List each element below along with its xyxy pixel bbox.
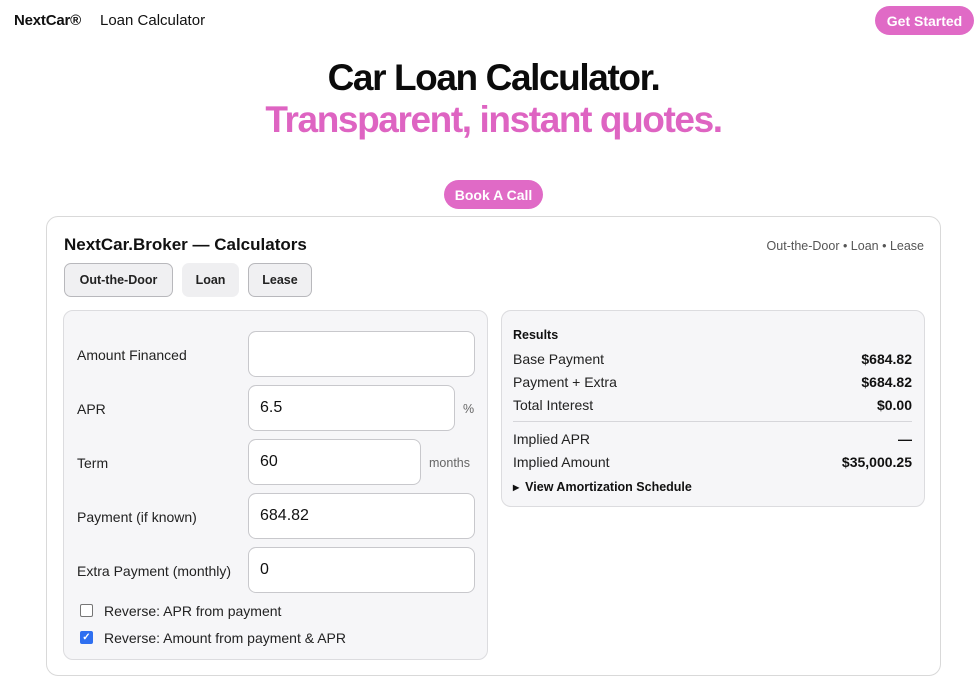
- implied-amount-label: Implied Amount: [513, 454, 610, 470]
- reverse-apr-checkbox[interactable]: [80, 604, 93, 617]
- disclosure-triangle-icon: ▶: [513, 482, 520, 492]
- base-payment-label: Base Payment: [513, 351, 605, 367]
- loan-form-panel: Amount Financed APR % Term months Paymen…: [63, 310, 488, 660]
- total-interest-label: Total Interest: [513, 397, 594, 413]
- apr-label: APR: [77, 401, 106, 417]
- implied-apr-value: —: [898, 431, 912, 447]
- payment-plus-extra-label: Payment + Extra: [513, 374, 617, 390]
- hero-title: Car Loan Calculator.: [327, 57, 661, 98]
- reverse-amount-checkbox[interactable]: ✓: [80, 631, 93, 644]
- tab-loan[interactable]: Loan: [182, 263, 239, 297]
- calculator-breadcrumb: Out-the-Door • Loan • Lease: [766, 239, 924, 253]
- tab-out-the-door[interactable]: Out-the-Door: [64, 263, 173, 297]
- implied-apr-label: Implied APR: [513, 431, 591, 447]
- extra-payment-input[interactable]: [248, 547, 475, 593]
- term-input[interactable]: [248, 439, 421, 485]
- calculator-card: NextCar.Broker — Calculators Out-the-Doo…: [46, 216, 941, 676]
- results-panel: Results Base Payment $684.82 Payment + E…: [501, 310, 925, 507]
- amount-financed-input[interactable]: [248, 331, 475, 377]
- apr-input[interactable]: [248, 385, 455, 431]
- payment-plus-extra-value: $684.82: [861, 374, 912, 390]
- total-interest-value: $0.00: [876, 397, 912, 413]
- top-nav: NextCar® Loan Calculator Get Started: [0, 0, 980, 42]
- nav-link-loan-calculator[interactable]: Loan Calculator: [100, 12, 205, 29]
- book-a-call-button[interactable]: Book A Call: [444, 180, 543, 209]
- base-payment-value: $684.82: [861, 351, 912, 367]
- payment-label: Payment (if known): [77, 509, 197, 525]
- reverse-amount-label[interactable]: Reverse: Amount from payment & APR: [104, 630, 346, 646]
- get-started-button[interactable]: Get Started: [875, 6, 974, 35]
- card-title: NextCar.Broker — Calculators: [64, 235, 307, 254]
- term-unit: months: [429, 456, 470, 470]
- tab-lease[interactable]: Lease: [248, 263, 312, 297]
- amortization-schedule-toggle[interactable]: ▶ View Amortization Schedule: [513, 480, 692, 494]
- term-label: Term: [77, 455, 109, 471]
- results-title: Results: [513, 328, 559, 342]
- amortization-schedule-label: View Amortization Schedule: [525, 480, 692, 494]
- hero-subtitle: Transparent, instant quotes.: [265, 99, 723, 140]
- results-divider: [513, 421, 912, 422]
- brand-logo[interactable]: NextCar®: [14, 12, 81, 29]
- implied-amount-value: $35,000.25: [841, 454, 912, 470]
- extra-payment-label: Extra Payment (monthly): [77, 563, 232, 579]
- reverse-apr-label[interactable]: Reverse: APR from payment: [104, 603, 281, 619]
- payment-input[interactable]: [248, 493, 475, 539]
- amount-financed-label: Amount Financed: [77, 347, 187, 363]
- apr-unit: %: [463, 402, 475, 416]
